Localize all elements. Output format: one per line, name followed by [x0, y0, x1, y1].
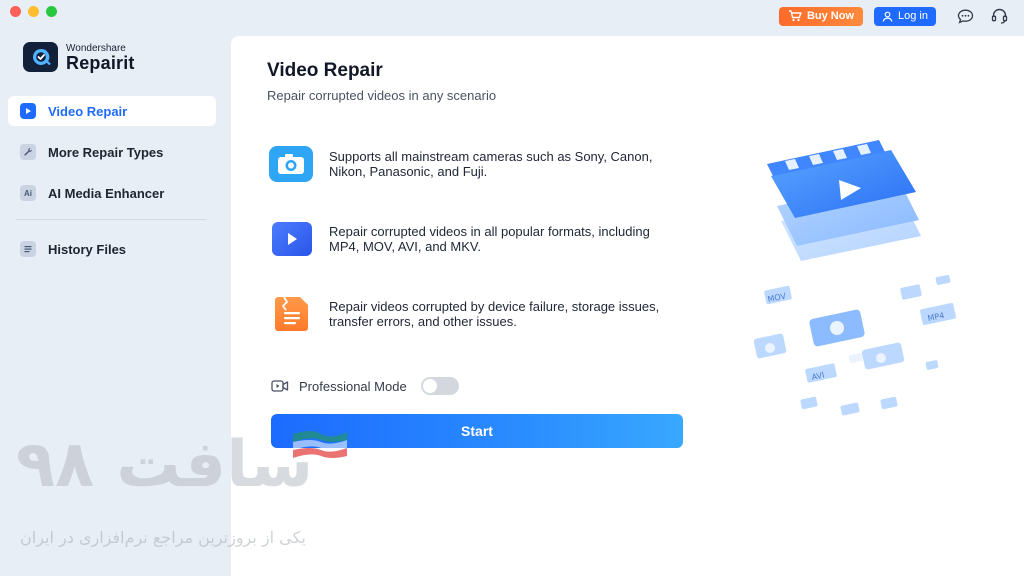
sidebar-item-more-repair-types[interactable]: More Repair Types	[8, 137, 216, 167]
professional-mode-toggle[interactable]	[420, 377, 459, 395]
window-controls	[10, 6, 57, 17]
broken-file-icon	[269, 296, 313, 332]
feature-text: Repair videos corrupted by device failur…	[329, 299, 660, 329]
login-label: Log in	[898, 10, 928, 22]
repairit-logo-icon	[23, 42, 58, 72]
sidebar-divider	[16, 219, 206, 220]
minimize-window-button[interactable]	[28, 6, 39, 17]
topbar-actions: Buy Now Log in	[778, 6, 1010, 26]
avi-label: AVI	[811, 370, 825, 381]
sidebar-item-label: History Files	[48, 241, 127, 257]
video-repair-illustration: MOV MP4 AVI	[751, 136, 981, 426]
headset-icon	[991, 8, 1007, 24]
iran-flag-icon	[293, 431, 347, 458]
wrench-icon	[20, 144, 36, 160]
feature-text: Supports all mainstream cameras such as …	[329, 149, 653, 179]
professional-mode-label: Professional Mode	[299, 378, 407, 394]
close-window-button[interactable]	[10, 6, 21, 17]
feedback-button[interactable]	[954, 6, 976, 26]
professional-mode-row: Professional Mode	[271, 377, 459, 395]
brand-small-text: Wondershare	[66, 42, 126, 54]
ai-icon: Ai	[20, 185, 36, 201]
brand-name: Repairit	[66, 52, 135, 73]
history-icon	[20, 241, 36, 257]
feature-cameras: Supports all mainstream cameras such as …	[269, 146, 669, 182]
sidebar-item-label: More Repair Types	[48, 144, 164, 160]
video-file-icon	[269, 221, 313, 257]
video-camera-icon	[271, 380, 289, 392]
support-button[interactable]	[988, 6, 1010, 26]
chat-icon	[957, 9, 973, 24]
login-button[interactable]: Log in	[874, 6, 936, 26]
start-button-label: Start	[461, 423, 493, 439]
user-icon	[882, 11, 893, 22]
feature-corruption-causes: Repair videos corrupted by device failur…	[269, 296, 669, 332]
sidebar-item-video-repair[interactable]: Video Repair	[8, 96, 216, 126]
sidebar-item-label: AI Media Enhancer	[48, 185, 165, 201]
watermark-title: سافت ۹۸	[16, 428, 314, 502]
zoom-window-button[interactable]	[46, 6, 57, 17]
page-title: Video Repair	[267, 60, 383, 81]
watermark: سافت ۹۸ یکی از بروزترین مراجع نرم‌افزاری…	[16, 428, 366, 558]
page-subtitle: Repair corrupted videos in any scenario	[267, 88, 497, 103]
camera-icon	[269, 146, 313, 182]
cart-icon	[788, 10, 802, 22]
sidebar-item-history-files[interactable]: History Files	[8, 234, 216, 264]
sidebar-item-ai-media-enhancer[interactable]: Ai AI Media Enhancer	[8, 178, 216, 208]
buy-now-label: Buy Now	[806, 10, 855, 22]
sidebar-item-label: Video Repair	[48, 103, 128, 119]
feature-formats: Repair corrupted videos in all popular f…	[269, 221, 669, 257]
sidebar-nav: Video Repair More Repair Types Ai AI Med…	[8, 96, 216, 275]
app-logo: Wondershare Repairit	[23, 42, 135, 72]
video-repair-icon	[20, 103, 36, 119]
watermark-tagline: یکی از بروزترین مراجع نرم‌افزاری در ایرا…	[20, 528, 306, 547]
buy-now-button[interactable]: Buy Now	[778, 6, 864, 26]
feature-text: Repair corrupted videos in all popular f…	[329, 224, 650, 254]
